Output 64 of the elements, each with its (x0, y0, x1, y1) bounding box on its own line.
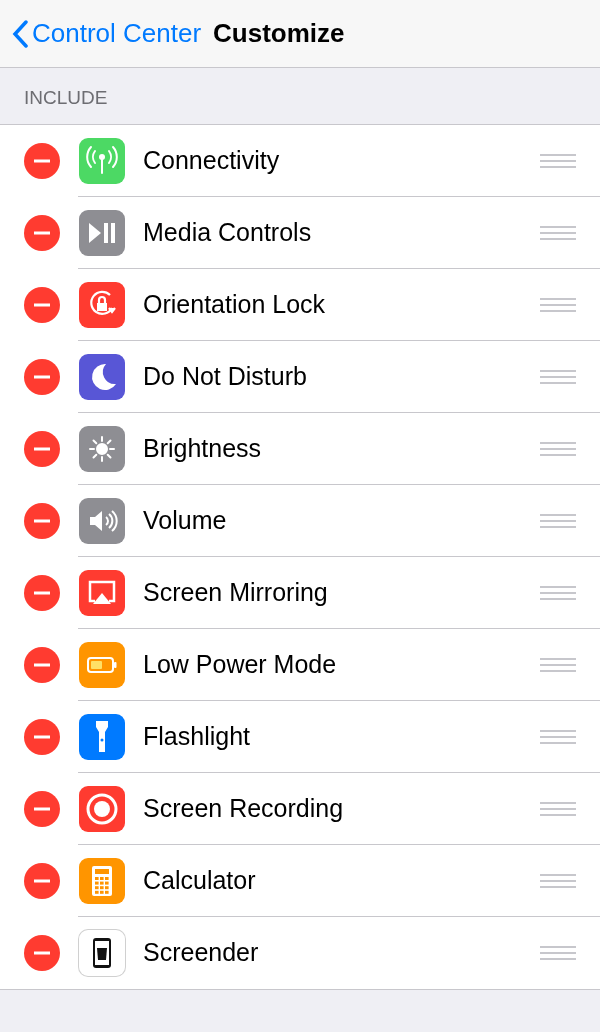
remove-button[interactable] (24, 791, 60, 827)
drag-handle-icon[interactable] (540, 442, 576, 456)
drag-handle-icon[interactable] (540, 298, 576, 312)
item-label: Screen Recording (143, 793, 345, 825)
drag-handle-icon[interactable] (540, 226, 576, 240)
minus-icon (34, 159, 50, 163)
remove-button[interactable] (24, 431, 60, 467)
drag-handle-icon[interactable] (540, 658, 576, 672)
minus-icon (34, 807, 50, 811)
battery-icon (78, 641, 126, 689)
minus-icon (34, 519, 50, 523)
minus-icon (34, 735, 50, 739)
remove-button[interactable] (24, 359, 60, 395)
item-label: Connectivity (143, 145, 281, 177)
item-label: Screender (143, 937, 260, 969)
play-pause-icon (78, 209, 126, 257)
antenna-icon (78, 137, 126, 185)
drag-handle-icon[interactable] (540, 802, 576, 816)
drag-handle-icon[interactable] (540, 586, 576, 600)
item-label: Do Not Disturb (143, 361, 308, 393)
drag-handle-icon[interactable] (540, 730, 576, 744)
screen-mirroring-icon (78, 569, 126, 617)
calculator-icon (78, 857, 126, 905)
section-header: INCLUDE (24, 85, 108, 110)
item-label: Flashlight (143, 721, 251, 753)
drag-handle-icon[interactable] (540, 514, 576, 528)
sun-icon (78, 425, 126, 473)
back-button[interactable]: Control Center (12, 14, 202, 53)
remove-button[interactable] (24, 863, 60, 899)
item-label: Orientation Lock (143, 289, 327, 321)
item-label: Volume (143, 505, 228, 537)
remove-button[interactable] (24, 215, 60, 251)
record-icon (78, 785, 126, 833)
rotation-lock-icon (78, 281, 126, 329)
phone-icon (78, 929, 126, 977)
minus-icon (34, 591, 50, 595)
item-label: Calculator (143, 865, 257, 897)
chevron-left-icon (12, 19, 28, 48)
remove-button[interactable] (24, 503, 60, 539)
minus-icon (34, 447, 50, 451)
page-title: Customize (213, 17, 345, 50)
flashlight-icon (78, 713, 126, 761)
minus-icon (34, 231, 50, 235)
minus-icon (34, 375, 50, 379)
drag-handle-icon[interactable] (540, 874, 576, 888)
remove-button[interactable] (24, 935, 60, 971)
item-label: Media Controls (143, 217, 313, 249)
minus-icon (34, 951, 50, 955)
drag-handle-icon[interactable] (540, 370, 576, 384)
remove-button[interactable] (24, 143, 60, 179)
drag-handle-icon[interactable] (540, 154, 576, 168)
remove-button[interactable] (24, 647, 60, 683)
item-label: Screen Mirroring (143, 577, 329, 609)
minus-icon (34, 303, 50, 307)
remove-button[interactable] (24, 287, 60, 323)
item-label: Low Power Mode (143, 649, 338, 681)
drag-handle-icon[interactable] (540, 946, 576, 960)
moon-icon (78, 353, 126, 401)
remove-button[interactable] (24, 575, 60, 611)
minus-icon (34, 879, 50, 883)
remove-button[interactable] (24, 719, 60, 755)
minus-icon (34, 663, 50, 667)
item-label: Brightness (143, 433, 263, 465)
speaker-icon (78, 497, 126, 545)
